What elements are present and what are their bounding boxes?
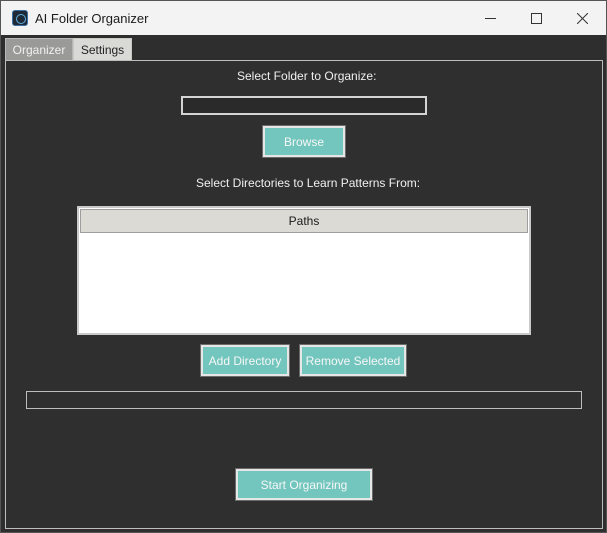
paths-list[interactable]: Paths [77,206,531,335]
learn-directories-label: Select Directories to Learn Patterns Fro… [196,176,421,190]
close-icon [576,12,588,24]
paths-column-header[interactable]: Paths [80,209,528,233]
add-directory-button[interactable]: Add Directory [200,344,290,377]
window-title: AI Folder Organizer [35,11,149,26]
remove-selected-button[interactable]: Remove Selected [299,344,407,377]
minimize-button[interactable] [467,1,513,35]
start-organizing-button[interactable]: Start Organizing [235,468,373,501]
maximize-icon [530,12,542,24]
maximize-button[interactable] [513,1,559,35]
browse-button[interactable]: Browse [262,125,346,158]
minimize-icon [484,17,496,19]
close-button[interactable] [559,1,605,35]
folder-path-input[interactable] [181,96,427,115]
progress-bar [26,391,582,409]
app-window: AI Folder Organizer Organizer Settings S… [0,0,607,533]
tab-organizer[interactable]: Organizer [5,38,73,60]
app-icon [12,10,28,26]
tab-settings[interactable]: Settings [73,38,132,60]
select-folder-label: Select Folder to Organize: [237,69,377,83]
title-bar: AI Folder Organizer [1,1,606,35]
